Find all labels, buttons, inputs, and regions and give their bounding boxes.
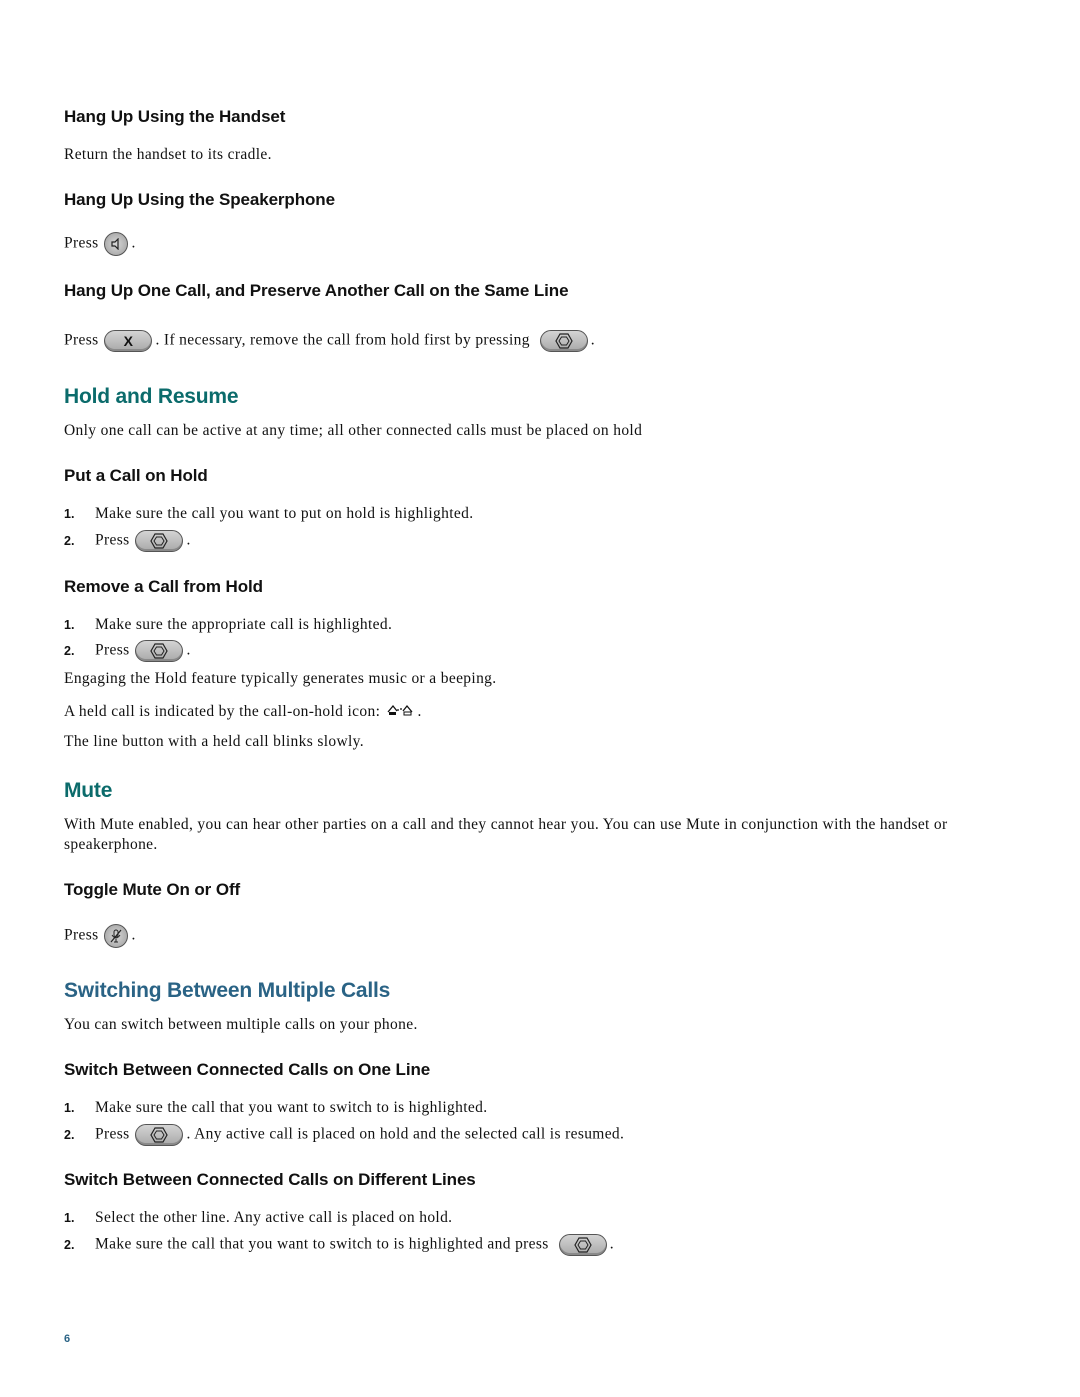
step-text: Select the other line. Any active call i… [95,1209,453,1226]
heading-switch-different-lines: Switch Between Connected Calls on Differ… [64,1170,476,1189]
hang-up-one-call-line: Press X . If necessary, remove the call fr… [64,330,595,352]
step-text: Make sure the appropriate call is highli… [95,616,393,633]
switching-text: You can switch between multiple calls on… [64,1016,418,1033]
hold-note-music: Engaging the Hold feature typically gene… [64,670,497,687]
heading-mute: Mute [64,779,113,802]
hold-instruction-text: . If necessary, remove the call from hol… [155,331,530,349]
heading-remove-call-from-hold: Remove a Call from Hold [64,577,263,596]
step-number: 1. [64,1211,75,1225]
list-item: 1. Make sure the appropriate call is high… [64,616,392,634]
step-number: 1. [64,507,75,521]
hold-note-blink: The line button with a held call blinks … [64,733,364,750]
step-text: Make sure the call that you want to swit… [95,1235,549,1253]
hold-note-icon-line: A held call is indicated by the call-on-… [64,703,422,722]
list-item: 2. Press. [64,640,191,662]
select-hexagon-icon [135,530,184,552]
list-item: 2. Make sure the call that you want to sw… [64,1234,614,1256]
step-text: Make sure the call that you want to swit… [95,1099,488,1116]
period: . [590,331,596,349]
hold-resume-text: Only one call can be active at any time;… [64,422,643,439]
period: . [131,234,136,252]
step-number: 2. [64,1237,75,1252]
hang-up-speaker-line: Press. [64,232,136,256]
list-item: 1. Make sure the call you want to put on … [64,505,473,523]
period: . [186,641,191,659]
heading-toggle-mute: Toggle Mute On or Off [64,880,241,899]
step-number: 2. [64,533,75,548]
hold-icon-text: A held call is indicated by the call-on-… [64,703,381,721]
mute-text: With Mute enabled, you can hear other pa… [64,816,948,853]
heading-hang-up-speakerphone: Hang Up Using the Speakerphone [64,190,335,209]
select-hexagon-icon [558,1234,607,1256]
call-on-hold-icon [386,703,414,722]
period: . [417,703,422,721]
period: . [131,926,136,944]
step-number: 2. [64,643,75,658]
heading-put-call-on-hold: Put a Call on Hold [64,466,208,485]
select-hexagon-icon [539,330,588,352]
speaker-icon [104,232,129,256]
step-text: Press [95,641,130,659]
heading-hang-up-one-call: Hang Up One Call, and Preserve Another C… [64,281,569,300]
hang-up-handset-text: Return the handset to its cradle. [64,146,272,163]
heading-hang-up-handset: Hang Up Using the Handset [64,107,286,126]
step-text: Press [95,531,130,549]
list-item: 2. Press . Any active call is placed on ho… [64,1124,624,1146]
heading-hold-and-resume: Hold and Resume [64,385,239,408]
page-number: 6 [64,1333,71,1345]
heading-switching-between-calls: Switching Between Multiple Calls [64,979,391,1002]
press-label: Press [64,234,99,252]
press-label: Press [64,926,99,944]
x-glyph: X [123,333,134,349]
end-call-x-icon: X [104,330,153,352]
mute-microphone-icon [104,924,129,948]
list-item: 1. Make sure the call that you want to sw… [64,1099,487,1117]
heading-switch-one-line: Switch Between Connected Calls on One Li… [64,1060,431,1079]
step-number: 1. [64,1101,75,1115]
step-continuation: . Any active call is placed on hold and … [186,1125,625,1143]
select-hexagon-icon [135,640,184,662]
press-label: Press [64,331,99,349]
step-text: Make sure the call you want to put on ho… [95,505,474,522]
list-item: 1. Select the other line. Any active call… [64,1209,452,1227]
list-item: 2. Press. [64,530,191,552]
select-hexagon-icon [135,1124,184,1146]
step-number: 1. [64,618,75,632]
period: . [609,1235,614,1253]
step-number: 2. [64,1127,75,1142]
period: . [186,531,191,549]
step-text: Press [95,1125,130,1143]
toggle-mute-line: Press. [64,924,136,948]
